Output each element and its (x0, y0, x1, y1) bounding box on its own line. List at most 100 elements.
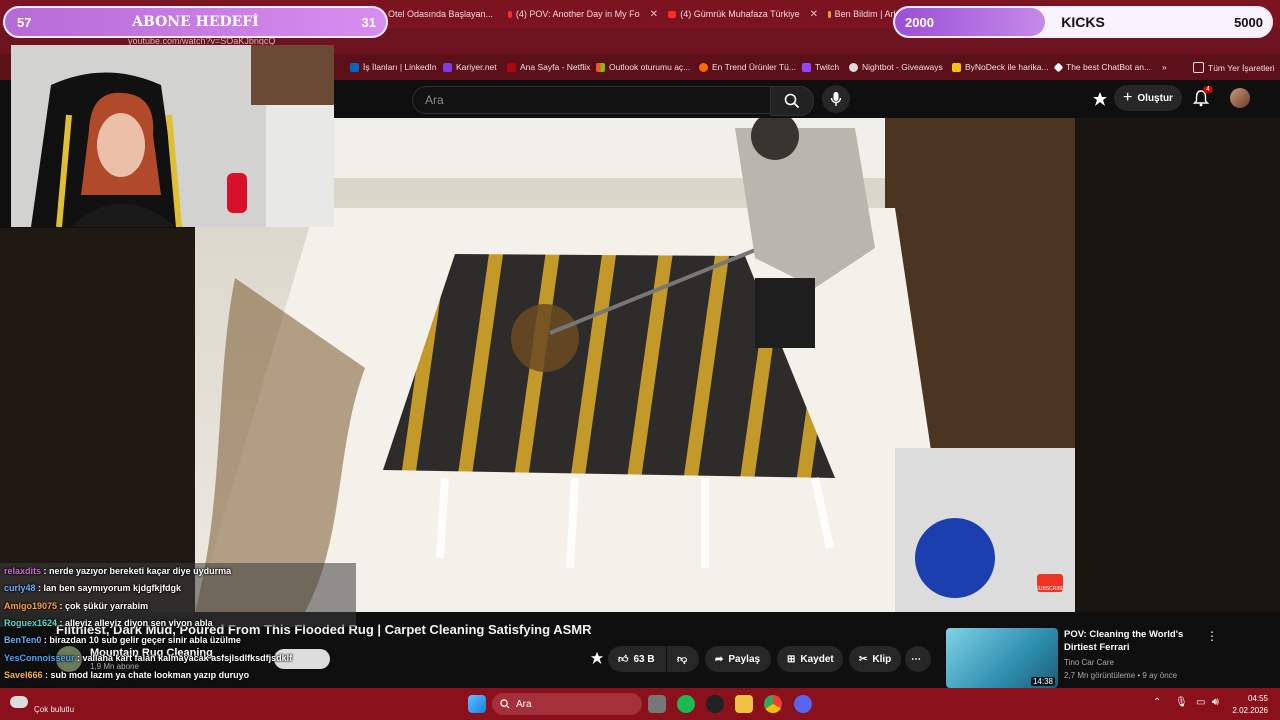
clip-button[interactable]: ✂ Klip (849, 646, 901, 672)
bynodeck-icon (952, 62, 961, 72)
nightbot-icon (849, 62, 858, 72)
bookmark-item[interactable]: Nightbot - Giveaways (849, 62, 943, 72)
stream-chat: relaxdits : nerde yazıyor bereketi kaçar… (0, 563, 360, 701)
extension-icon[interactable] (1092, 91, 1108, 112)
chat-username[interactable]: Amigo19075 (4, 601, 57, 611)
kariyer-icon (443, 62, 452, 72)
chat-text: : nerde yazıyor bereketi kaçar diye uydu… (41, 566, 232, 576)
subscribe-badge[interactable]: SUBSCRIBE (1036, 574, 1064, 592)
bookmark-item[interactable]: Twitch (802, 62, 839, 72)
close-icon[interactable]: ✕ (810, 9, 818, 20)
chat-message: BenTen0 : birazdan 10 sub gelir geçer si… (4, 635, 241, 645)
obs-icon[interactable] (706, 695, 724, 713)
windows-taskbar: Çok bulutlu Ara ⌃ 🎙︎ ▭ 🔊︎ 04:55 2.02.202… (0, 688, 1280, 720)
network-icon[interactable]: ▭ (1196, 697, 1205, 708)
dislike-icon: 👎︎ (677, 654, 688, 665)
chat-text: : birazdan 10 sub gelir geçer sinir abla… (41, 635, 241, 646)
file-explorer-icon[interactable] (735, 695, 753, 713)
share-button[interactable]: ➦ Paylaş (705, 646, 771, 672)
youtube-icon (508, 10, 512, 18)
chat-username[interactable]: Savel666 (4, 670, 43, 680)
bookmark-item[interactable]: Ana Sayfa - Netflix (507, 62, 590, 72)
create-button[interactable]: + Oluştur (1114, 85, 1182, 111)
chat-text: : alleyiz alleyiz diyon sen viyon abla (57, 617, 213, 628)
microsoft-icon (596, 62, 605, 72)
bookmark-item[interactable]: The best ChatBot an... (1053, 62, 1151, 72)
chatbot-icon (1053, 62, 1064, 72)
kicks-goal-bar: 2000 KICKS 5000 (893, 6, 1273, 38)
weather-icon[interactable] (10, 696, 28, 708)
netflix-icon (507, 62, 516, 72)
recommended-thumbnail[interactable]: 14:38 (946, 628, 1058, 688)
spotify-icon[interactable] (677, 695, 695, 713)
clip-icon: ✂ (859, 653, 868, 665)
browser-tab[interactable]: (4) POV: Another Day in My Fo ✕ (508, 5, 658, 23)
chat-message: Amigo19075 : çok şükür yarrabim (4, 601, 148, 611)
search-input[interactable]: Ara (412, 86, 772, 114)
chat-text: : sub mod lazım ya chate lookman yazıp d… (42, 669, 250, 680)
bookmark-item[interactable]: En Trend Ürünler Tü... (699, 62, 796, 72)
like-icon: 👍︎ (618, 654, 629, 665)
dislike-button[interactable]: 👎︎ (667, 646, 699, 672)
chat-username[interactable]: curly48 (4, 583, 36, 593)
recommended-meta: 2,7 Mn görüntüleme • 9 ay önce (1064, 671, 1178, 680)
discord-icon[interactable] (794, 695, 812, 713)
taskbar-search[interactable]: Ara (492, 693, 642, 715)
right-background (1075, 118, 1280, 612)
chat-message: curly48 : lan ben saymıyorum kjdgfkjfdgk (4, 583, 181, 593)
folder-icon (1193, 62, 1204, 73)
subscriber-goal-count: 31 (361, 14, 376, 30)
close-icon[interactable]: ✕ (650, 9, 658, 20)
task-view-icon[interactable] (648, 695, 666, 713)
chat-text: : vallaha kart falan kalmayacak asfsjlsd… (74, 652, 293, 663)
subscriber-goal-bar: 57 ABONE HEDEFİ 31 (3, 6, 388, 38)
chat-username[interactable]: BenTen0 (4, 635, 41, 645)
like-button[interactable]: 👍︎ 63 B (608, 646, 666, 672)
more-icon: ⋯ (911, 653, 921, 665)
weather-text[interactable]: Çok bulutlu (34, 705, 74, 714)
search-icon (784, 93, 800, 109)
volume-icon[interactable]: 🔊︎ (1212, 696, 1219, 709)
clock-time[interactable]: 04:55 (1236, 694, 1268, 703)
more-button[interactable]: ⋯ (905, 646, 931, 672)
browser-tab[interactable]: (4) Gümrük Muhafaza Türkiye ✕ (668, 5, 818, 23)
bookmark-item[interactable]: ByNoDeck ile harika... (952, 62, 1049, 72)
search-icon (500, 699, 510, 709)
mic-icon[interactable]: 🎙︎ (1175, 697, 1188, 708)
browser-tab[interactable]: Otel Odasında Başlayan...✕ (388, 5, 498, 23)
windows-icon[interactable] (468, 695, 486, 713)
bookmark-item[interactable]: Kariyer.net (443, 62, 497, 72)
chat-message: YesConnoisseur : vallaha kart falan kalm… (4, 653, 292, 663)
chat-message: relaxdits : nerde yazıyor bereketi kaçar… (4, 566, 231, 576)
more-bookmarks-button[interactable]: » (1162, 62, 1167, 72)
chrome-icon[interactable] (764, 695, 782, 713)
chat-text: : lan ben saymıyorum kjdgfkjfdgk (35, 583, 182, 594)
clock-date[interactable]: 2.02.2026 (1228, 706, 1268, 715)
chat-username[interactable]: Roguex1624 (4, 618, 57, 628)
tray-chevron-icon[interactable]: ⌃ (1153, 697, 1161, 708)
bookmark-item[interactable]: İş İlanları | LinkedIn (350, 62, 437, 72)
recommended-video[interactable]: 14:38 POV: Cleaning the World's Dirtiest… (946, 628, 1246, 688)
video-duration: 14:38 (1030, 677, 1055, 686)
bookmark-item[interactable]: Outlook oturumu aç... (596, 62, 690, 72)
mic-icon (830, 92, 842, 106)
subscriber-goal-label: ABONE HEDEFİ (132, 14, 259, 30)
more-icon[interactable]: ⋮ (1206, 629, 1218, 643)
all-bookmarks-button[interactable]: Tüm Yer İşaretleri (1193, 62, 1275, 73)
kicks-goal-count: 5000 (1234, 14, 1263, 30)
account-avatar[interactable] (1230, 88, 1250, 108)
twitch-icon (802, 62, 811, 72)
browser-tab[interactable]: Ben Bildim | Ark (828, 5, 898, 23)
notification-count-badge: 4 (1203, 86, 1213, 93)
save-button[interactable]: ⊞ Kaydet (777, 646, 843, 672)
chat-username[interactable]: YesConnoisseur (4, 653, 75, 663)
extension-icon[interactable] (590, 651, 604, 670)
search-button[interactable] (770, 86, 814, 116)
recommended-channel[interactable]: Tino Car Care (1064, 658, 1114, 667)
chat-username[interactable]: relaxdits (4, 566, 41, 576)
save-icon: ⊞ (787, 653, 796, 665)
recommended-title[interactable]: POV: Cleaning the World's Dirtiest Ferra… (1064, 628, 1204, 654)
share-icon: ➦ (715, 653, 724, 665)
tab-favicon-icon (828, 10, 831, 18)
voice-search-button[interactable] (822, 85, 850, 113)
